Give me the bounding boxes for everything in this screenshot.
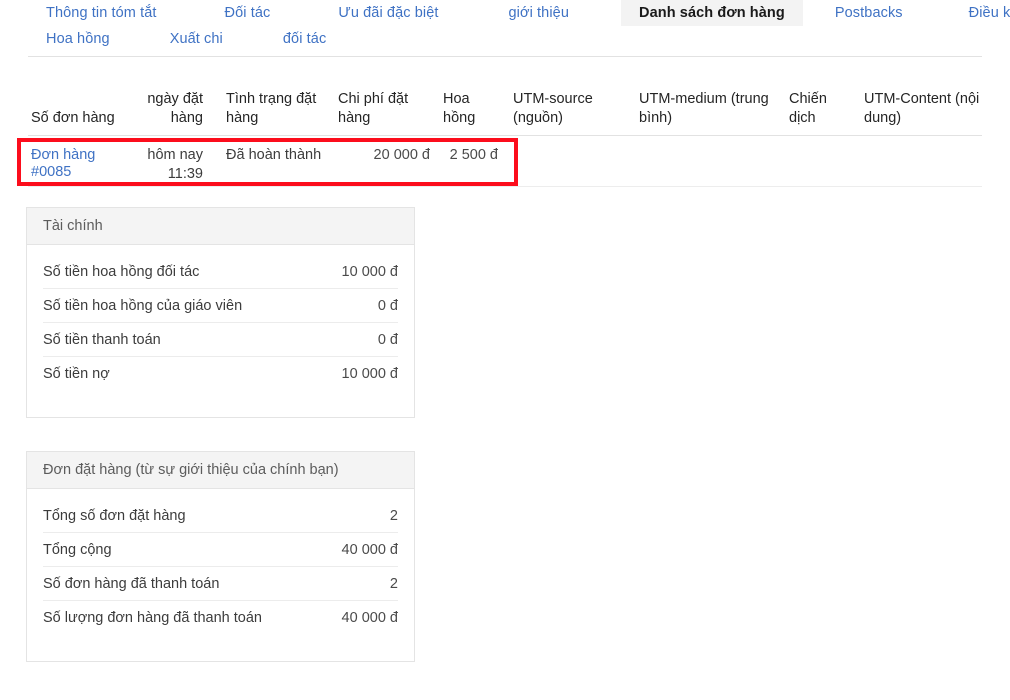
tab-gioi-thieu[interactable]: giới thiệu — [497, 0, 582, 26]
tab-xuat-chi[interactable]: Xuất chi — [158, 26, 235, 52]
cell-order-status: Đã hoàn thành — [226, 147, 322, 163]
orders-table-row-divider — [28, 186, 982, 187]
tab-doi-tac[interactable]: Đối tác — [213, 0, 283, 26]
order-number-link-line2[interactable]: #0085 — [31, 163, 71, 182]
tab-postbacks[interactable]: Postbacks — [823, 0, 915, 26]
tab-thong-tin-tom-tat[interactable]: Thông tin tóm tắt — [34, 0, 169, 26]
tab-hoa-hong[interactable]: Hoa hồng — [34, 26, 122, 52]
list-item: Số tiền thanh toán 0 đ — [43, 323, 398, 357]
column-header-so-don-hang[interactable]: Số đơn hàng — [31, 109, 141, 128]
column-header-utm-medium[interactable]: UTM-medium (trung bình) — [639, 90, 779, 128]
row-value: 2 — [389, 575, 398, 592]
row-label: Số tiền hoa hồng đối tác — [43, 263, 200, 280]
card-don-dat-hang: Đơn đặt hàng (từ sự giới thiệu của chính… — [26, 451, 415, 662]
row-label: Tổng cộng — [43, 541, 112, 558]
row-value: 10 000 đ — [341, 366, 398, 382]
row-value: 0 đ — [377, 331, 398, 348]
row-label: Số tiền thanh toán — [43, 331, 161, 348]
list-item: Số tiền nợ 10 000 đ — [43, 357, 398, 391]
row-value: 2 — [389, 507, 398, 524]
tab-danh-sach-don-hang[interactable]: Danh sách đơn hàng — [621, 0, 803, 26]
row-label: Số đơn hàng đã thanh toán — [43, 575, 220, 592]
tab-uu-dai-dac-biet[interactable]: Ưu đãi đặc biệt — [326, 0, 450, 26]
row-value: 40 000 đ — [341, 610, 398, 626]
list-item: Tổng cộng 40 000 đ — [43, 533, 398, 567]
list-item: Số tiền hoa hồng của giáo viên 0 đ — [43, 289, 398, 323]
column-header-tinh-trang-dat-hang[interactable]: Tình trạng đặt hàng — [226, 90, 330, 128]
order-number-link-line1[interactable]: Đơn hàng — [31, 147, 95, 163]
column-header-chi-phi-dat-hang[interactable]: Chi phí đặt hàng — [338, 90, 418, 128]
row-label: Số tiền nợ — [43, 366, 110, 382]
tab-row-secondary: Hoa hồng Xuất chi đối tác — [0, 26, 1010, 53]
tab-doi-tac-2[interactable]: đối tác — [271, 26, 338, 52]
list-item: Số đơn hàng đã thanh toán 2 — [43, 567, 398, 601]
row-value: 40 000 đ — [341, 541, 398, 558]
column-header-chien-dich[interactable]: Chiến dịch — [789, 90, 841, 128]
list-item: Số tiền hoa hồng đối tác 10 000 đ — [43, 255, 398, 289]
row-label: Số lượng đơn hàng đã thanh toán — [43, 610, 263, 626]
orders-table: Số đơn hàng ngày đặt hàng Tình trạng đặt… — [0, 82, 1010, 187]
cell-order-cost: 20 000 đ — [373, 147, 430, 163]
card-don-dat-hang-body: Tổng số đơn đặt hàng 2 Tổng cộng 40 000 … — [27, 489, 414, 661]
cell-order-date-time: 11:39 — [167, 166, 203, 182]
row-value: 10 000 đ — [341, 263, 398, 280]
cell-commission: 2 500 đ — [449, 147, 498, 163]
list-item: Số lượng đơn hàng đã thanh toán 40 000 đ — [43, 601, 398, 635]
card-tai-chinh-body: Số tiền hoa hồng đối tác 10 000 đ Số tiề… — [27, 245, 414, 417]
column-header-utm-content[interactable]: UTM-Content (nội dung) — [864, 90, 982, 128]
tab-bar: Thông tin tóm tắt Đối tác Ưu đãi đặc biệ… — [0, 0, 1010, 53]
page-root: Thông tin tóm tắt Đối tác Ưu đãi đặc biệ… — [0, 0, 1010, 700]
card-tai-chinh-title: Tài chính — [27, 208, 414, 245]
card-don-dat-hang-title: Đơn đặt hàng (từ sự giới thiệu của chính… — [27, 452, 414, 489]
list-item: Tổng số đơn đặt hàng 2 — [43, 499, 398, 533]
tab-bar-divider — [28, 56, 982, 57]
tab-dieu-kien[interactable]: Điều kiện — [957, 0, 1010, 26]
cell-order-date-day: hôm nay — [147, 147, 203, 163]
column-header-hoa-hong[interactable]: Hoa hồng — [443, 90, 493, 128]
table-row[interactable]: Đơn hàng hôm nay 11:39 Đã hoàn thành 20 … — [0, 135, 1010, 187]
column-header-ngay-dat-hang[interactable]: ngày đặt hàng — [145, 90, 203, 128]
card-tai-chinh: Tài chính Số tiền hoa hồng đối tác 10 00… — [26, 207, 415, 418]
row-value: 0 đ — [377, 297, 398, 314]
orders-table-header: Số đơn hàng ngày đặt hàng Tình trạng đặt… — [0, 82, 1010, 136]
row-label: Tổng số đơn đặt hàng — [43, 507, 186, 524]
column-header-utm-source[interactable]: UTM-source (nguồn) — [513, 90, 617, 128]
tab-row-primary: Thông tin tóm tắt Đối tác Ưu đãi đặc biệ… — [0, 0, 1010, 26]
row-label: Số tiền hoa hồng của giáo viên — [43, 297, 243, 314]
